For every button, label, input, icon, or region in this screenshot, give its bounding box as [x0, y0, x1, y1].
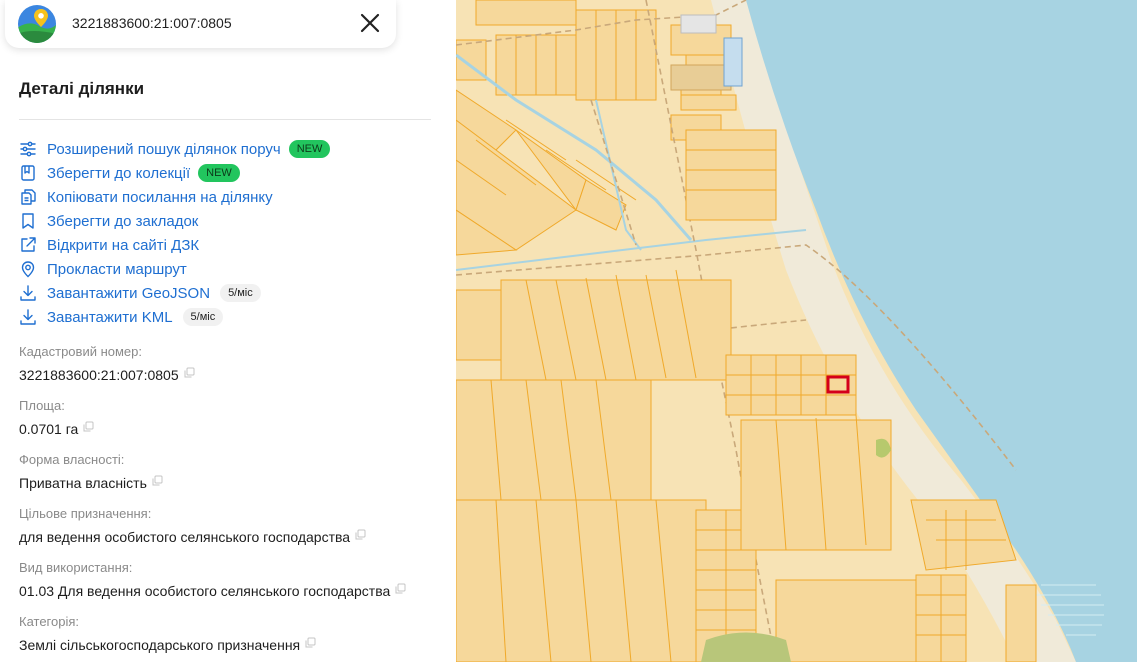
- usage-type-field: Вид використання: 01.03 Для ведення особ…: [19, 559, 449, 613]
- collection-icon: [21, 165, 35, 181]
- field-value: 3221883600:21:007:0805: [19, 367, 179, 383]
- field-value: для ведення особистого селянського госпо…: [19, 529, 351, 545]
- map-pin-logo-icon[interactable]: [17, 4, 57, 44]
- map-building: [680, 14, 717, 34]
- field-label: Категорія:: [19, 614, 80, 629]
- field-value: Приватна власність: [19, 475, 147, 491]
- save-to-bookmarks-link[interactable]: Зберегти до закладок: [19, 209, 330, 233]
- field-label: Площа:: [19, 398, 65, 413]
- copy-icon[interactable]: [83, 421, 94, 432]
- field-label: Кадастровий номер:: [19, 344, 142, 359]
- parcel-details: Кадастровий номер: 3221883600:21:007:080…: [19, 343, 449, 662]
- advanced-search-nearby-link[interactable]: Розширений пошук ділянок поруч NEW: [19, 137, 331, 161]
- map-pier: [723, 37, 743, 87]
- cadastral-number-field: Кадастровий номер: 3221883600:21:007:080…: [19, 343, 449, 397]
- copy-icon[interactable]: [184, 367, 195, 378]
- action-label: Зберегти до закладок: [47, 212, 199, 230]
- category-field: Категорія: Землі сільськогосподарського …: [19, 613, 449, 662]
- sliders-icon: [20, 141, 36, 157]
- action-label: Завантажити GeoJSON: [47, 284, 211, 302]
- cadastral-map[interactable]: [456, 0, 1137, 662]
- divider: [19, 119, 431, 120]
- download-icon: [20, 309, 36, 325]
- action-label: Розширений пошук ділянок поруч: [47, 140, 281, 158]
- copy-icon[interactable]: [355, 529, 366, 540]
- ownership-field: Форма власності: Приватна власність: [19, 451, 449, 505]
- field-value: 01.03 Для ведення особистого селянського…: [19, 583, 391, 599]
- save-to-collection-link[interactable]: Зберегти до колекції NEW: [19, 161, 330, 185]
- action-label: Копіювати посилання на ділянку: [47, 188, 273, 206]
- copy-icon[interactable]: [152, 475, 163, 486]
- field-value: 0.0701 га: [19, 421, 79, 437]
- new-badge: NEW: [198, 164, 240, 182]
- search-query-text[interactable]: 3221883600:21:007:0805: [72, 15, 232, 31]
- area-field: Площа: 0.0701 га: [19, 397, 449, 451]
- action-label: Зберегти до колекції: [47, 164, 191, 182]
- download-geojson-link[interactable]: Завантажити GeoJSON 5/міс: [19, 281, 330, 305]
- bookmark-icon: [22, 213, 34, 229]
- new-badge: NEW: [288, 140, 331, 158]
- download-kml-link[interactable]: Завантажити KML 5/міс: [19, 305, 330, 329]
- map-building: [670, 64, 732, 91]
- copy-icon[interactable]: [395, 583, 406, 594]
- action-label: Прокласти маршрут: [47, 260, 187, 278]
- build-route-link[interactable]: Прокласти маршрут: [19, 257, 330, 281]
- action-label: Завантажити KML: [47, 308, 173, 326]
- close-icon[interactable]: [357, 10, 383, 36]
- open-dzk-site-link[interactable]: Відкрити на сайті ДЗК: [19, 233, 330, 257]
- field-label: Форма власності:: [19, 452, 125, 467]
- location-pin-icon: [21, 261, 35, 278]
- action-label: Відкрити на сайті ДЗК: [47, 236, 200, 254]
- copy-parcel-link[interactable]: Копіювати посилання на ділянку: [19, 185, 330, 209]
- copy-icon[interactable]: [305, 637, 316, 648]
- download-icon: [20, 285, 36, 301]
- section-title: Деталі ділянки: [19, 79, 145, 98]
- copy-link-icon: [21, 189, 36, 205]
- limit-badge: 5/міс: [182, 308, 224, 326]
- field-label: Цільове призначення:: [19, 506, 152, 521]
- purpose-field: Цільове призначення: для ведення особист…: [19, 505, 449, 559]
- field-label: Вид використання:: [19, 560, 133, 575]
- details-sidebar: 3221883600:21:007:0805 Деталі ділянки Ро…: [0, 0, 456, 662]
- limit-badge: 5/міс: [220, 284, 261, 302]
- external-link-icon: [21, 237, 36, 252]
- search-bar: 3221883600:21:007:0805: [5, 0, 396, 48]
- field-value: Землі сільськогосподарського призначення: [19, 637, 301, 653]
- action-list: Розширений пошук ділянок поруч NEW Збере…: [19, 137, 331, 329]
